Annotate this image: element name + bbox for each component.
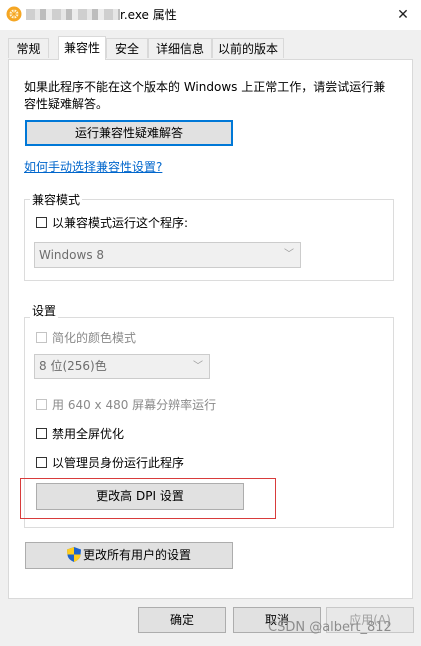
run-as-admin-label: 以管理员身份运行此程序	[52, 456, 185, 470]
os-version-select[interactable]: Windows 8 ﹀	[34, 242, 301, 268]
compat-mode-checkbox-label: 以兼容模式运行这个程序:	[52, 216, 189, 230]
disable-fullscreen-label: 禁用全屏优化	[52, 427, 125, 441]
close-icon[interactable]: ✕	[392, 5, 414, 25]
watermark-text: CSDN @albert_812	[268, 620, 392, 635]
settings-group-label: 设置	[30, 302, 59, 319]
title-redacted	[26, 9, 120, 20]
compat-mode-checkbox[interactable]	[36, 217, 47, 228]
chevron-down-icon: ﹀	[193, 361, 203, 372]
resolution-checkbox[interactable]	[36, 399, 47, 410]
reduced-color-label: 简化的颜色模式	[52, 331, 137, 345]
compat-mode-group	[24, 199, 394, 281]
window-title: r.exe 属性	[120, 8, 177, 22]
compat-mode-group-label: 兼容模式	[30, 191, 83, 208]
tab-details[interactable]: 详细信息	[148, 38, 212, 58]
change-all-users-button[interactable]: 更改所有用户的设置	[25, 542, 233, 569]
tab-general[interactable]: 常规	[8, 38, 49, 58]
intro-text-line1: 如果此程序不能在这个版本的 Windows 上正常工作，请尝试运行兼	[24, 80, 386, 94]
reduced-color-checkbox[interactable]	[36, 332, 47, 343]
app-icon	[6, 6, 22, 22]
uac-shield-icon	[66, 547, 81, 562]
color-mode-value: 8 位(256)色	[39, 359, 107, 373]
disable-fullscreen-checkbox[interactable]	[36, 428, 47, 439]
run-troubleshooter-button[interactable]: 运行兼容性疑难解答	[25, 120, 233, 146]
chevron-down-icon: ﹀	[284, 249, 294, 260]
run-as-admin-checkbox[interactable]	[36, 457, 47, 468]
annotation-highlight-box	[20, 478, 276, 519]
os-version-value: Windows 8	[39, 248, 105, 262]
ok-button[interactable]: 确定	[138, 607, 226, 633]
color-mode-select[interactable]: 8 位(256)色 ﹀	[34, 354, 210, 379]
tab-previous-versions[interactable]: 以前的版本	[212, 38, 284, 58]
intro-text-line2: 容性疑难解答。	[24, 97, 109, 111]
title-bar: r.exe 属性 ✕	[0, 0, 421, 30]
tab-compatibility[interactable]: 兼容性	[58, 36, 106, 60]
tab-security[interactable]: 安全	[106, 38, 148, 58]
manual-compat-link[interactable]: 如何手动选择兼容性设置?	[24, 158, 162, 175]
change-all-users-label: 更改所有用户的设置	[82, 548, 191, 562]
resolution-label: 用 640 x 480 屏幕分辨率运行	[52, 398, 217, 412]
